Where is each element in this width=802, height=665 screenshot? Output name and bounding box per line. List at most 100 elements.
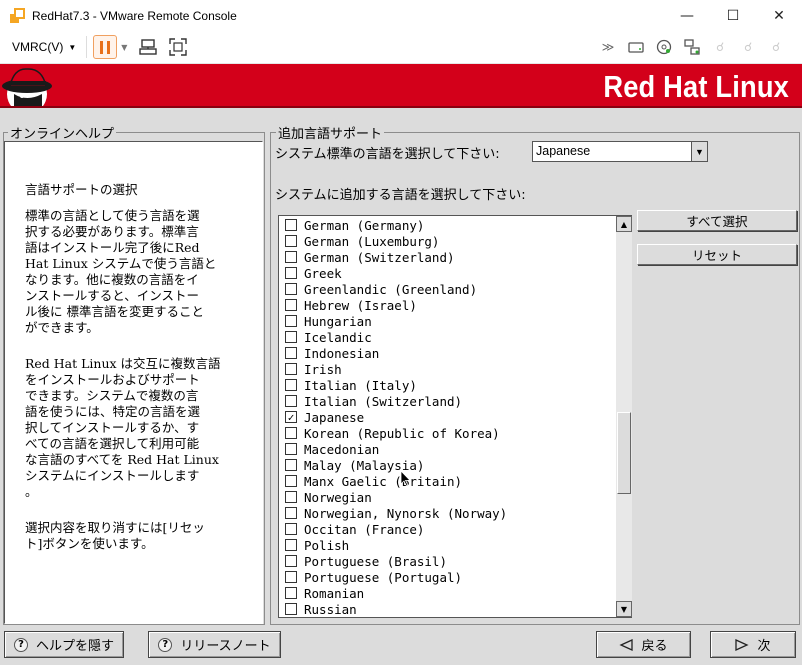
language-list-scrollbar[interactable]: ▲ ▼ (616, 216, 632, 617)
select-all-button[interactable]: すべて選択 (637, 210, 797, 231)
pause-icon (100, 40, 104, 54)
minimize-button[interactable]: — (664, 0, 710, 31)
language-checkbox[interactable]: ✓ (285, 411, 297, 423)
reset-button[interactable]: リセット (637, 244, 797, 265)
language-list-item[interactable]: Italian (Italy) (285, 377, 417, 393)
language-checkbox[interactable] (285, 267, 297, 279)
back-button[interactable]: 戻る (596, 631, 691, 658)
sound-icon[interactable]: ☌ (765, 36, 787, 58)
language-list-item[interactable]: German (Luxemburg) (285, 233, 439, 249)
scroll-up-arrow-icon[interactable]: ▲ (616, 216, 632, 232)
language-list-item[interactable]: German (Germany) (285, 217, 424, 233)
language-list-item[interactable]: Hungarian (285, 313, 372, 329)
language-checkbox[interactable] (285, 459, 297, 471)
language-label: Hungarian (304, 313, 372, 329)
language-label: Japanese (304, 409, 365, 425)
language-list-item[interactable]: Russian (285, 601, 357, 617)
language-checkbox[interactable] (285, 427, 297, 439)
language-list-item[interactable]: Macedonian (285, 441, 379, 457)
vmrc-menu[interactable]: VMRC(V) ▼ (12, 40, 76, 54)
language-checkbox[interactable] (285, 299, 297, 311)
fullscreen-icon[interactable] (167, 36, 189, 58)
pause-button[interactable] (93, 35, 118, 59)
language-checkbox[interactable] (285, 587, 297, 599)
language-checkbox[interactable] (285, 251, 297, 263)
language-list-item[interactable]: Occitan (France) (285, 521, 424, 537)
language-checkbox[interactable] (285, 443, 297, 455)
language-list-item[interactable]: Polish (285, 537, 349, 553)
maximize-button[interactable]: ☐ (710, 0, 756, 31)
back-label: 戻る (641, 639, 668, 654)
back-arrow-icon (619, 638, 634, 651)
language-list-item[interactable]: Greek (285, 265, 342, 281)
title-bar: RedHat7.3 - VMware Remote Console — ☐ ✕ (0, 0, 802, 31)
vmrc-window: RedHat7.3 - VMware Remote Console — ☐ ✕ … (0, 0, 802, 665)
language-list-item[interactable]: Hebrew (Israel) (285, 297, 417, 313)
language-checkbox[interactable] (285, 219, 297, 231)
language-checkbox[interactable] (285, 475, 297, 487)
language-checkbox[interactable] (285, 555, 297, 567)
default-language-value: Japanese (536, 144, 591, 158)
network-icon[interactable] (681, 36, 703, 58)
default-language-select[interactable]: Japanese ▼ (532, 141, 708, 162)
language-list-item[interactable]: Greenlandic (Greenland) (285, 281, 477, 297)
language-checkbox[interactable] (285, 315, 297, 327)
language-list-item[interactable]: Irish (285, 361, 342, 377)
language-list-item[interactable]: Korean (Republic of Korea) (285, 425, 500, 441)
language-list-item[interactable]: Portuguese (Brasil) (285, 553, 447, 569)
language-list-item[interactable]: Norwegian (285, 489, 372, 505)
language-checkbox[interactable] (285, 491, 297, 503)
language-checkbox[interactable] (285, 523, 297, 535)
cd-icon[interactable] (653, 36, 675, 58)
scrollbar-thumb[interactable] (617, 412, 631, 494)
language-checkbox[interactable] (285, 395, 297, 407)
next-button[interactable]: 次 (710, 631, 796, 658)
send-keys-icon[interactable] (137, 36, 159, 58)
language-label: Portuguese (Brasil) (304, 553, 447, 569)
disk-icon[interactable] (625, 36, 647, 58)
language-label: Irish (304, 361, 342, 377)
language-list[interactable]: German (Germany) German (Luxemburg) German… (278, 215, 632, 618)
language-list-item[interactable]: Italian (Switzerland) (285, 393, 462, 409)
language-label: Icelandic (304, 329, 372, 345)
language-list-item[interactable]: Manx Gaelic (Britain) (285, 473, 462, 489)
language-list-item[interactable]: German (Switzerland) (285, 249, 455, 265)
vmware-app-icon (10, 7, 25, 23)
language-label: German (Luxemburg) (304, 233, 440, 249)
installer-panel: オンラインヘルプ 言語サポートの選択 標準の言語として使う言語を選 択する必要が… (0, 108, 802, 665)
language-checkbox[interactable] (285, 507, 297, 519)
pause-dropdown-icon[interactable]: ▼ (121, 43, 127, 52)
language-list-item[interactable]: Portuguese (Portugal) (285, 569, 462, 585)
language-list-item[interactable]: Indonesian (285, 345, 379, 361)
chevron-down-icon: ▼ (68, 42, 77, 52)
language-checkbox[interactable] (285, 235, 297, 247)
language-list-item[interactable]: Icelandic (285, 329, 372, 345)
mouse-pointer-icon (400, 470, 411, 487)
printer-icon[interactable]: ☌ (737, 36, 759, 58)
language-checkbox[interactable] (285, 331, 297, 343)
language-label: German (Germany) (304, 217, 425, 233)
language-checkbox[interactable] (285, 347, 297, 359)
forward-icon[interactable]: ≫ (597, 36, 619, 58)
default-language-label: システム標準の言語を選択して下さい: (275, 147, 500, 162)
hide-help-button[interactable]: ? ヘルプを隠す (4, 631, 124, 658)
scroll-down-arrow-icon[interactable]: ▼ (616, 601, 632, 617)
language-checkbox[interactable] (285, 379, 297, 391)
language-label: Italian (Italy) (304, 377, 417, 393)
release-notes-button[interactable]: ? リリースノート (148, 631, 281, 658)
language-checkbox[interactable] (285, 571, 297, 583)
language-list-item[interactable]: Norwegian, Nynorsk (Norway) (285, 505, 507, 521)
language-checkbox[interactable] (285, 539, 297, 551)
language-checkbox[interactable] (285, 283, 297, 295)
help-title: 言語サポートの選択 (25, 182, 138, 197)
language-list-item[interactable]: Romanian (285, 585, 364, 601)
language-checkbox[interactable] (285, 603, 297, 615)
help-paragraph: 標準の言語として使う言語を選 択する必要があります。標準言 語はインストール完了… (25, 208, 217, 335)
usb-icon[interactable]: ☌ (709, 36, 731, 58)
help-text-box: 言語サポートの選択 標準の言語として使う言語を選 択する必要があります。標準言 … (4, 141, 263, 624)
close-button[interactable]: ✕ (756, 0, 802, 31)
language-label: Macedonian (304, 441, 380, 457)
chevron-down-icon[interactable]: ▼ (691, 141, 708, 162)
language-checkbox[interactable] (285, 363, 297, 375)
language-list-item[interactable]: ✓ Japanese (285, 409, 364, 425)
